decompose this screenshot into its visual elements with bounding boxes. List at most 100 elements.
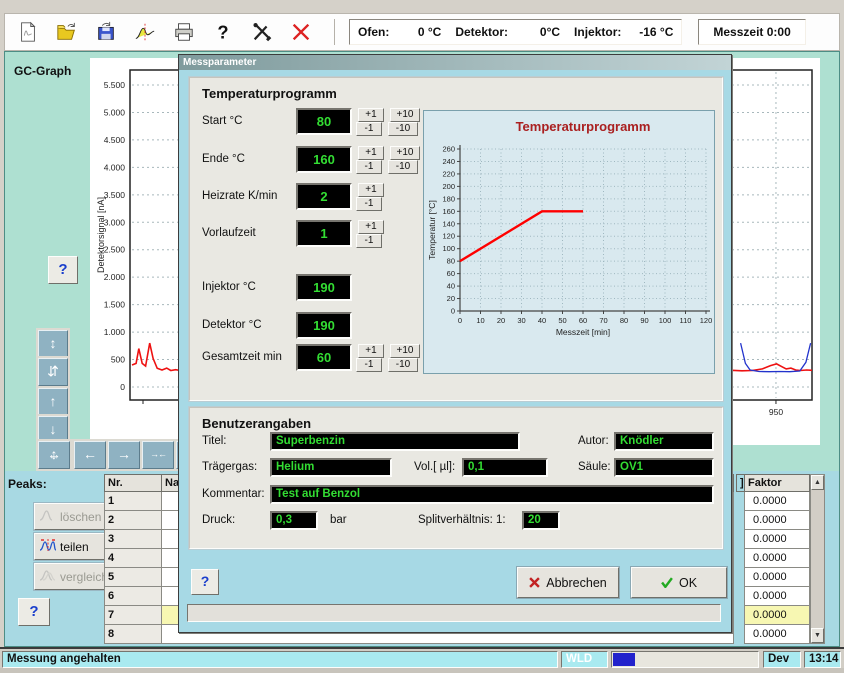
spin-minus1-vorlaufzeit-button[interactable]: -1	[356, 234, 382, 248]
svg-text:2.000: 2.000	[104, 272, 126, 282]
spin-minus10-start-button[interactable]: -10	[388, 122, 418, 136]
svg-text:Temperaturprogramm: Temperaturprogramm	[516, 119, 651, 134]
arrow-up-icon: ↑	[50, 393, 57, 409]
scroll-down-icon[interactable]: ▼	[811, 628, 824, 643]
svg-text:240: 240	[442, 157, 455, 166]
clock: 13:14	[804, 651, 841, 668]
faktor-column-header[interactable]: Faktor	[744, 474, 810, 492]
progress-block	[613, 653, 635, 666]
druck-field[interactable]: 0,3	[270, 511, 318, 530]
spin-minus10-ende-button[interactable]: -10	[388, 160, 418, 174]
svg-text:100: 100	[442, 244, 455, 253]
spin-minus1-start-button[interactable]: -1	[356, 122, 382, 136]
heizrate-field[interactable]: 2	[296, 183, 352, 210]
ok-check-icon	[661, 577, 673, 588]
statusbar: Messung angehalten WLD off Dev 13:14	[0, 647, 844, 670]
spin-plus1-ende-button[interactable]: +1	[358, 146, 384, 160]
kommentar-field[interactable]: Test auf Benzol	[270, 485, 714, 504]
spin-plus1-vorlaufzeit-button[interactable]: +1	[358, 220, 384, 234]
svg-text:200: 200	[442, 182, 455, 191]
ende-field[interactable]: 160	[296, 146, 352, 173]
start-field[interactable]: 80	[296, 108, 352, 135]
open-file-icon[interactable]	[54, 19, 80, 45]
ende-label: Ende °C	[202, 146, 245, 172]
print-icon[interactable]	[171, 19, 197, 45]
detektor-field[interactable]: 190	[296, 312, 352, 339]
spin-minus10-gesamtzeit-button[interactable]: -10	[388, 358, 418, 372]
new-chromatogram-icon[interactable]	[15, 19, 41, 45]
vorlaufzeit-label: Vorlaufzeit	[202, 220, 256, 246]
faktor-cell[interactable]: 0.0000	[744, 587, 810, 606]
detektor-label: Detektor:	[455, 25, 508, 39]
traegergas-field[interactable]: Helium	[270, 458, 392, 477]
ok-button[interactable]: OK	[631, 567, 727, 598]
pan-left-button[interactable]: ←	[74, 441, 106, 469]
spin-plus10-ende-button[interactable]: +10	[390, 146, 420, 160]
zoom-compress-vertical-button[interactable]: ⇵	[38, 358, 68, 386]
pan-down-button[interactable]: ↓	[38, 416, 68, 444]
temp-group-heading: Temperaturprogramm	[202, 86, 337, 101]
settings-icon[interactable]	[249, 19, 275, 45]
peak-button-label: teilen	[60, 540, 89, 554]
wld-status-badge[interactable]: WLD off	[561, 651, 608, 668]
svg-text:50: 50	[558, 316, 566, 325]
pan-move-button[interactable]: ↔ ↕	[38, 441, 70, 469]
show-peak-icon[interactable]	[132, 19, 158, 45]
vorlaufzeit-field[interactable]: 1	[296, 220, 352, 247]
svg-text:5.500: 5.500	[104, 80, 126, 90]
faktor-cell[interactable]: 0.0000	[744, 511, 810, 530]
gesamtzeit-field[interactable]: 60	[296, 344, 352, 371]
ok-button-label: OK	[679, 576, 697, 590]
vol-label: Vol.[ µl]:	[414, 458, 455, 476]
spin-plus1-gesamtzeit-button[interactable]: +1	[358, 344, 384, 358]
spin-plus10-gesamtzeit-button[interactable]: +10	[390, 344, 420, 358]
peak-row-number: 3	[104, 530, 162, 549]
svg-text:20: 20	[447, 294, 455, 303]
injektor-value: -16 °C	[631, 25, 673, 39]
svg-text:Temperatur [°C]: Temperatur [°C]	[427, 200, 437, 260]
peaks-help-button[interactable]: ?	[18, 598, 50, 626]
abort-icon[interactable]	[288, 19, 314, 45]
svg-text:4.500: 4.500	[104, 135, 126, 145]
injektor-field[interactable]: 190	[296, 274, 352, 301]
scroll-up-icon[interactable]: ▲	[811, 475, 824, 490]
peak-row-number: 6	[104, 587, 162, 606]
save-file-icon[interactable]	[93, 19, 119, 45]
zoom-expand-vertical-button[interactable]: ↕	[38, 330, 68, 358]
split-label: Splitverhältnis: 1:	[418, 511, 506, 529]
faktor-cell[interactable]: 0.0000	[744, 492, 810, 511]
split-field[interactable]: 20	[522, 511, 560, 530]
spin-minus1-ende-button[interactable]: -1	[356, 160, 382, 174]
svg-text:3.500: 3.500	[104, 190, 126, 200]
titel-field[interactable]: Superbenzin	[270, 432, 520, 451]
spin-minus1-heizrate-button[interactable]: -1	[356, 197, 382, 211]
gc-graph-label: GC-Graph	[14, 64, 71, 78]
gc-help-button[interactable]: ?	[48, 256, 78, 284]
spin-plus1-heizrate-button[interactable]: +1	[358, 183, 384, 197]
faktor-cell[interactable]: 0.0000	[744, 625, 810, 644]
cancel-button[interactable]: Abbrechen	[517, 567, 619, 598]
zoom-compress-horizontal-button[interactable]: →←	[142, 441, 174, 469]
svg-text:260: 260	[442, 145, 455, 154]
peaks-col-nr-header[interactable]: Nr.	[104, 474, 162, 492]
spin-minus1-gesamtzeit-button[interactable]: -1	[356, 358, 382, 372]
svg-text:500: 500	[111, 355, 125, 365]
help-icon[interactable]: ?	[210, 19, 236, 45]
faktor-cell[interactable]: 0.0000	[744, 530, 810, 549]
faktor-cell[interactable]: 0.0000	[744, 568, 810, 587]
peak-row-number: 5	[104, 568, 162, 587]
spin-plus10-start-button[interactable]: +10	[390, 108, 420, 122]
faktor-cell[interactable]: 0.0000	[744, 549, 810, 568]
autor-field[interactable]: Knödler	[614, 432, 714, 451]
saeule-field[interactable]: OV1	[614, 458, 714, 477]
dialog-help-button[interactable]: ?	[191, 569, 219, 595]
dialog-titlebar[interactable]: Messparameter	[179, 55, 731, 70]
faktor-scrollbar[interactable]: ▲ ▼	[810, 474, 825, 644]
faktor-cell[interactable]: 0.0000	[744, 606, 810, 625]
pan-right-button[interactable]: →	[108, 441, 140, 469]
svg-text:60: 60	[447, 269, 455, 278]
spin-plus1-start-button[interactable]: +1	[358, 108, 384, 122]
detektor-label: Detektor °C	[202, 312, 262, 338]
vol-field[interactable]: 0,1	[462, 458, 548, 477]
pan-up-button[interactable]: ↑	[38, 388, 68, 416]
